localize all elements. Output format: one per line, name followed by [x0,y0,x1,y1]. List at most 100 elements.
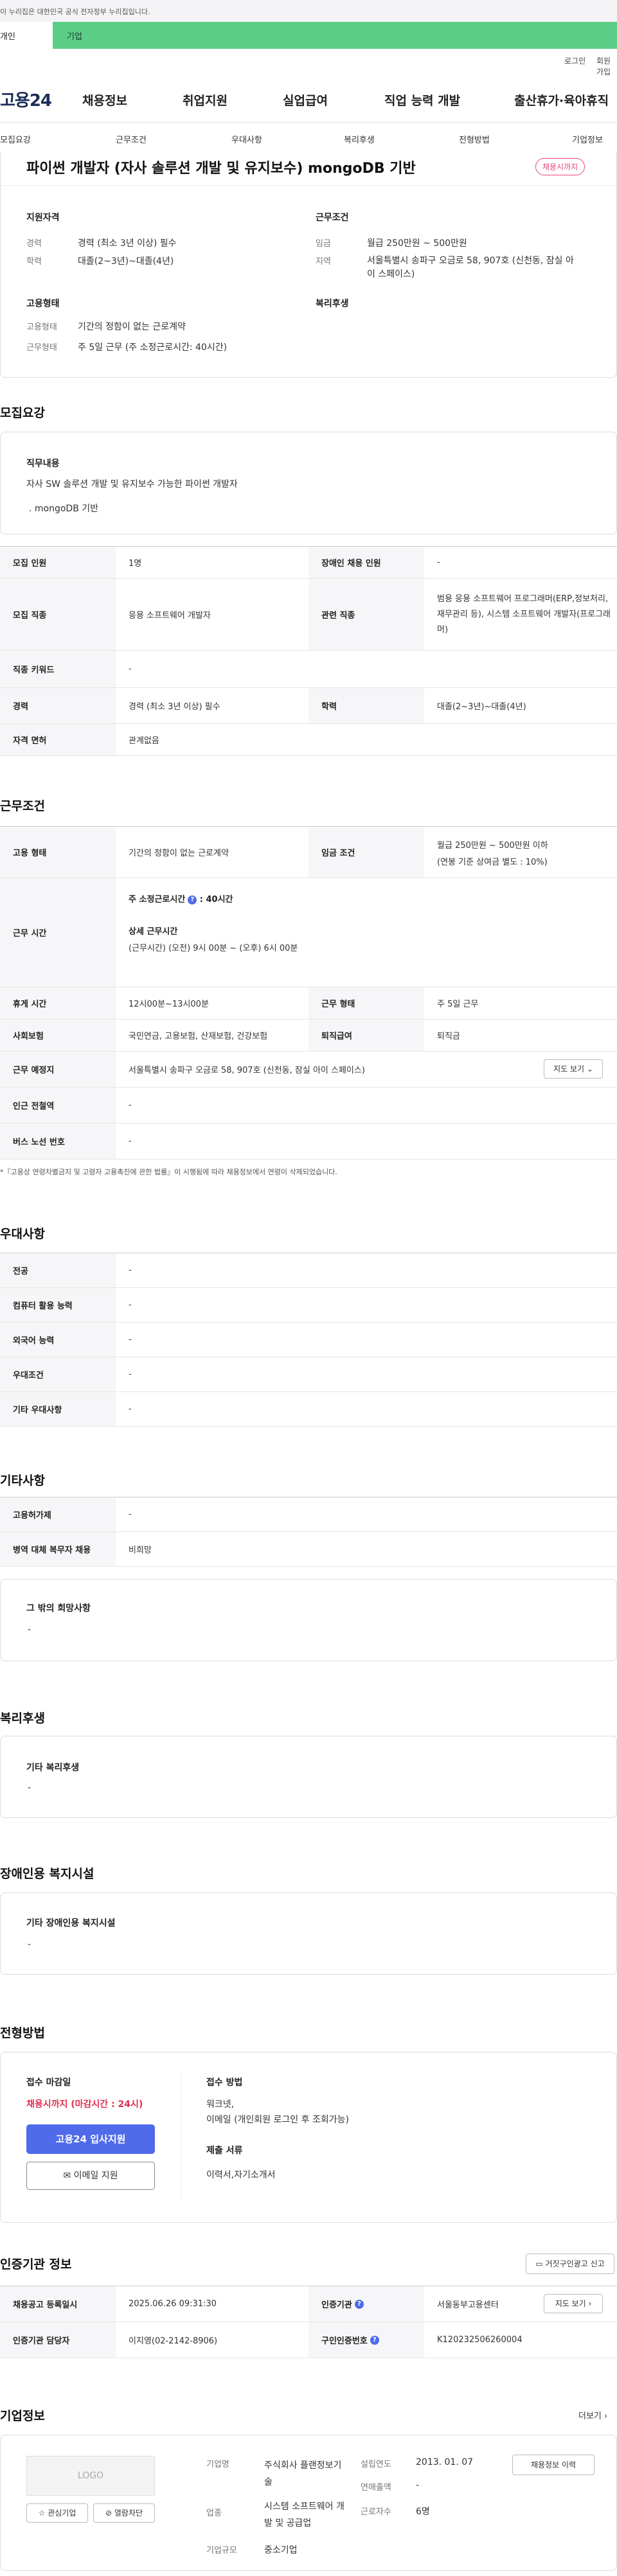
duty-line: 자사 SW 솔루션 개발 및 유지보수 가능한 파이썬 개발자 [26,479,238,490]
gnb-jobs[interactable]: 채용정보 [82,91,127,109]
info-icon[interactable]: ? [354,2299,364,2309]
cell-value: K120232506260004 [437,2335,523,2345]
table-row: 경력 경력 (최소 3년 이상) 필수 학력 대졸(2~3년)~대졸(4년) [0,688,617,724]
star-icon: ☆ [38,2509,46,2518]
company-more-link[interactable]: 더보기 › [578,2409,607,2421]
gnb-parental-leave[interactable]: 출산휴가·육아휴직 [514,91,609,109]
agency-heading: 인증기관 정보 [0,2257,72,2272]
age-law-note: *『고용상 연령차별금지 및 고령자 고용촉진에 관한 법률』이 시행됨에 따라… [0,1168,337,1176]
user-type-tabs: 개인 기업 [0,22,617,49]
disabled-heading: 장애인용 복지시설 [0,1867,94,1881]
table-row: 자격 면허 관계없음 [0,724,617,756]
company-info-label: 연매출액 [361,2483,391,2492]
table-row: 우대조건 - [0,1357,617,1392]
site-logo[interactable]: 고용24 [0,87,52,111]
hiring-history-button[interactable]: 채용정보 이력 [512,2455,595,2475]
subnav-conditions[interactable]: 근무조건 [116,133,147,145]
subnav-preference[interactable]: 우대사항 [231,133,262,145]
cell-value: 2025.06.26 09:31:30 [129,2299,217,2309]
cell-header: 병역 대체 복무자 채용 [0,1532,116,1566]
login-link[interactable]: 로그인 [564,55,586,66]
table-row: 고용허가제 - [0,1497,617,1532]
process-box: 접수 마감일 채용시까지 (마감시간 : 24시) 고용24 입사지원 ✉ 이메… [0,2052,617,2223]
company-box: LOGO ☆ 관심기업 ⊘ 열람차단 기업명 주식회사 플랜정보기술 업종 시스… [0,2435,617,2571]
cell-value: - [129,1404,132,1414]
work-value: 서울특별시 송파구 오금로 58, 907호 (신천동, 잠실 아이 스페이스) [367,256,574,279]
cell-value: - [129,1100,132,1110]
etc-box-value: - [28,1625,31,1635]
cell-value: 대졸(2~3년)~대졸(4년) [437,702,526,712]
qual-value: 대졸(2~3년)~대졸(4년) [78,256,174,267]
table-row: 채용공고 등록일시 2025.06.26 09:31:30 인증기관? 서울동부… [0,2286,617,2322]
cell-header: 관련 직종 [308,579,424,650]
etc-box: 그 밖의 희망사항 - [0,1579,617,1661]
cell-value: - [437,558,440,567]
info-icon[interactable]: ? [188,895,197,904]
process-heading: 전형방법 [0,2026,45,2040]
cell-header: 우대조건 [0,1357,116,1391]
table-row: 고용 형태 기간의 정함이 없는 근로계약 임금 조건 월급 250만원 ~ 5… [0,827,617,878]
qualification-heading: 지원자격 [26,213,60,223]
subnav-welfare[interactable]: 복리후생 [344,133,375,145]
map-button[interactable]: 지도 보기 ⌄ [544,1059,603,1079]
cell-value: 경력 (최소 3년 이상) 필수 [129,702,220,712]
cell-value: - [129,1335,132,1345]
cell-header: 근무 시간 [0,878,116,987]
agency-map-button[interactable]: 지도 보기 › [544,2294,603,2313]
cell-header: 고용 형태 [0,827,116,878]
duty-line: . mongoDB 기반 [29,504,99,514]
favorite-company-button[interactable]: ☆ 관심기업 [26,2503,88,2523]
cell-header: 컴퓨터 활용 능력 [0,1288,116,1322]
company-industry: 시스템 소프트웨어 개발 및 공급업 [264,2501,344,2528]
cell-header: 인증기관? [308,2286,424,2322]
gnb-unemployment[interactable]: 실업급여 [283,91,328,109]
cell-value: 이지영(02-2142-8906) [129,2336,218,2346]
cell-header: 외국어 능력 [0,1323,116,1357]
cell-value: 서울동부고용센터 [437,2300,499,2310]
cell-header: 경력 [0,688,116,723]
preference-heading: 우대사항 [0,1227,45,1241]
docs-value: 이력서,자기소개서 [206,2170,276,2180]
top-notice: 이 누리집은 대한민국 공식 전자정부 누리집입니다. [0,0,617,22]
company-employees: 6명 [416,2507,430,2517]
emp-value: 기간의 정함이 없는 근로계약 [78,322,186,332]
recruit-heading: 모집요강 [0,406,45,420]
company-info-label: 근로자수 [361,2507,391,2517]
subnav-company[interactable]: 기업정보 [572,133,603,145]
company-info-label: 기업규모 [206,2546,237,2555]
table-row: 인근 전철역 - [0,1088,617,1124]
table-row: 직종 키워드 - [0,651,617,688]
gnb-employment-support[interactable]: 취업지원 [183,91,228,109]
table-row: 모집 인원 1명 장애인 채용 인원 - [0,547,617,579]
cell-value: 기간의 정함이 없는 근로계약 [129,849,229,858]
subnav-process[interactable]: 전형방법 [459,133,490,145]
join-link[interactable]: 회원가입 [596,55,617,77]
info-icon[interactable]: ? [370,2335,379,2345]
company-sales: - [416,2480,420,2491]
table-row: 근무 예정지 서울특별시 송파구 오금로 58, 907호 (신천동, 잠실 아… [0,1052,617,1088]
table-row: 버스 노선 번호 - [0,1124,617,1160]
table-row: 휴게 시간 12시00분~13시00분 근무 형태 주 5일 근무 [0,987,617,1019]
email-apply-button[interactable]: ✉ 이메일 지원 [26,2162,155,2190]
disabled-box: 기타 장애인용 복지시설 - [0,1892,617,1975]
apply-button[interactable]: 고용24 입사지원 [26,2124,155,2154]
emp-label: 고용형태 [26,322,57,332]
cell-value: - [129,664,132,674]
work-heading: 근무조건 [316,213,349,223]
cell-header: 인증기관 담당자 [0,2322,116,2358]
tab-company[interactable]: 기업 [53,22,617,49]
table-row: 근무 시간 주 소정근로시간? : 40시간 상세 근무시간 (근무시간) (오… [0,878,617,987]
tab-individual[interactable]: 개인 [0,22,53,49]
table-row: 병역 대체 복무자 채용 비희망 [0,1532,617,1567]
block-view-button[interactable]: ⊘ 열람차단 [93,2503,155,2523]
welfare-section-heading: 복리후생 [0,1711,45,1725]
cell-value: 비희망 [129,1546,152,1555]
cell-header: 전공 [0,1253,116,1287]
subnav-recruit[interactable]: 모집요강 [0,133,31,145]
work-value: 월급 250만원 ~ 500만원 [367,238,467,249]
table-row: 사회보험 국민연금, 고용보험, 산재보험, 건강보험 퇴직급여 퇴직금 [0,1019,617,1052]
false-ad-report-button[interactable]: ▭ 거짓구인광고 신고 [526,2254,614,2274]
docs-title: 제출 서류 [206,2146,243,2156]
gnb-skills[interactable]: 직업 능력 개발 [384,91,460,109]
cell-value: 서울특별시 송파구 오금로 58, 907호 (신천동, 잠실 아이 스페이스) [129,1066,365,1075]
